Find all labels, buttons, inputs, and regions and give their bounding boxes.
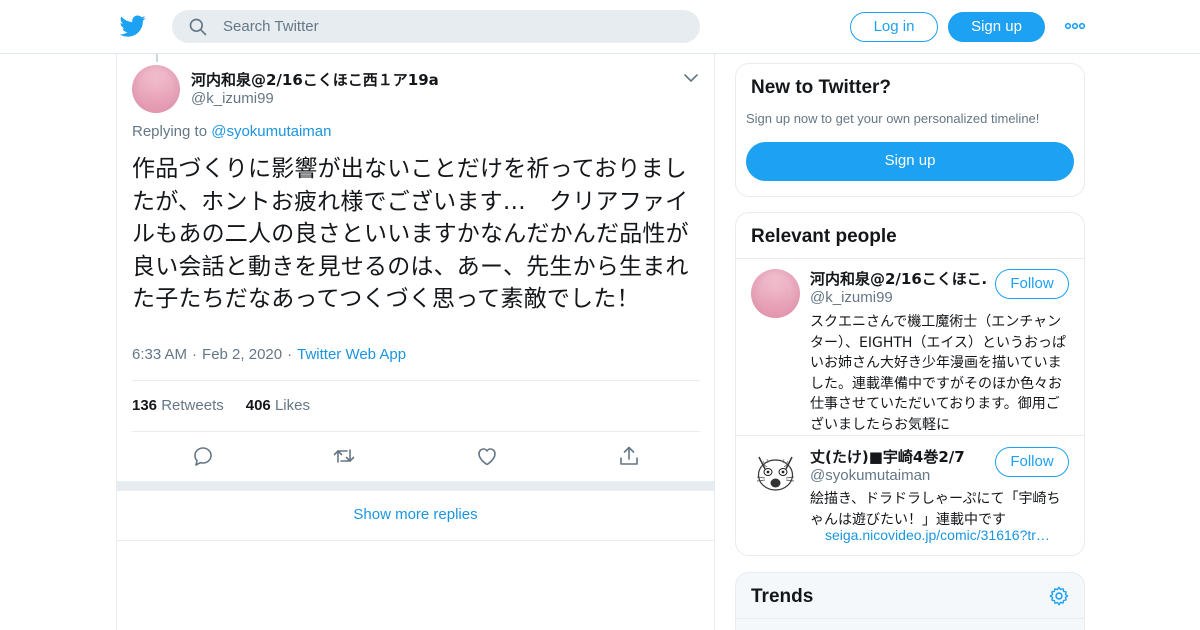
author-handle[interactable]: @k_izumi99	[191, 90, 274, 107]
tweet-source[interactable]: Twitter Web App	[297, 346, 406, 363]
person-name[interactable]: 河内和泉@2/16こくほこ…	[810, 268, 988, 289]
replying-to: Replying to @syokumutaiman	[132, 123, 332, 140]
retweet-icon[interactable]	[332, 444, 356, 468]
likes-label[interactable]: Likes	[275, 397, 310, 414]
new-to-twitter-subtitle: Sign up now to get your own personalized…	[746, 111, 1040, 126]
login-button[interactable]: Log in	[850, 12, 938, 42]
retweets-count[interactable]: 136	[132, 397, 157, 414]
follow-button[interactable]: Follow	[995, 447, 1069, 477]
thread-connector-line	[156, 54, 158, 62]
person-avatar[interactable]	[751, 269, 800, 318]
person-name[interactable]: 丈(たけ)■宇崎4巻2/7	[810, 446, 965, 467]
retweets-label[interactable]: Retweets	[161, 397, 224, 414]
meta-separator: ·	[192, 346, 198, 363]
like-heart-icon[interactable]	[475, 444, 499, 468]
chevron-down-icon[interactable]	[683, 70, 699, 86]
share-icon[interactable]	[617, 444, 641, 468]
sidebar-signup-button[interactable]: Sign up	[746, 142, 1074, 181]
divider	[736, 435, 1084, 436]
show-more-replies-link[interactable]: Show more replies	[117, 491, 714, 541]
trends-title: Trends	[751, 586, 814, 607]
search-input[interactable]: Search Twitter	[223, 18, 319, 35]
person-bio: 絵描き、ドラドラしゃーぷにて「宇崎ちゃんは遊びたい！」連載中です	[810, 491, 1061, 528]
tweet-detail-column: 河内和泉@2/16こくほこ西１ア19a @k_izumi99 Replying …	[116, 54, 715, 630]
follow-button[interactable]: Follow	[995, 269, 1069, 299]
replying-to-link[interactable]: @syokumutaiman	[211, 123, 331, 140]
search-icon	[189, 18, 207, 36]
likes-count[interactable]: 406	[246, 397, 271, 414]
divider	[132, 380, 700, 381]
person-handle[interactable]: @syokumutaiman	[810, 467, 930, 484]
section-separator	[117, 481, 714, 491]
trends-card: Trends	[735, 572, 1085, 630]
author-name[interactable]: 河内和泉@2/16こくほこ西１ア19a	[191, 69, 439, 90]
search-box[interactable]: Search Twitter	[172, 10, 700, 43]
divider	[736, 618, 1084, 619]
person-bio: スクエニさんで機工魔術士（エンチャンター）、EIGHTH（エイス）というおっぱい…	[810, 314, 1067, 433]
divider	[132, 431, 700, 432]
person-website-link[interactable]: seiga.nicovideo.jp/comic/31616?tr…	[825, 527, 1050, 543]
new-to-twitter-title: New to Twitter?	[751, 77, 892, 98]
replying-to-prefix: Replying to	[132, 123, 208, 140]
top-navigation-bar: Search Twitter Log in Sign up	[0, 0, 1200, 54]
author-avatar[interactable]	[132, 65, 180, 113]
tweet-time[interactable]: 6:33 AM	[132, 346, 187, 363]
signup-button[interactable]: Sign up	[948, 12, 1045, 42]
gear-icon[interactable]	[1048, 585, 1070, 607]
relevant-people-title: Relevant people	[751, 226, 897, 247]
tweet-stats: 136 Retweets 406 Likes	[132, 397, 310, 414]
new-to-twitter-card: New to Twitter? Sign up now to get your …	[735, 63, 1085, 197]
tweet-text: 作品づくりに影響が出ないことだけを祈っておりましたが、ホントお疲れ様でございます…	[132, 156, 689, 312]
divider	[736, 258, 1084, 259]
meta-separator: ·	[287, 346, 293, 363]
person-handle[interactable]: @k_izumi99	[810, 289, 893, 306]
reply-icon[interactable]	[191, 444, 215, 468]
tweet-metadata: 6:33 AM · Feb 2, 2020 · Twitter Web App	[132, 346, 406, 363]
tweet-date[interactable]: Feb 2, 2020	[202, 346, 282, 363]
relevant-people-card: Relevant people 河内和泉@2/16こくほこ… @k_izumi9…	[735, 212, 1085, 556]
twitter-bird-logo-icon[interactable]	[120, 13, 146, 39]
more-options-icon[interactable]	[1064, 18, 1086, 34]
person-avatar[interactable]	[751, 447, 800, 496]
